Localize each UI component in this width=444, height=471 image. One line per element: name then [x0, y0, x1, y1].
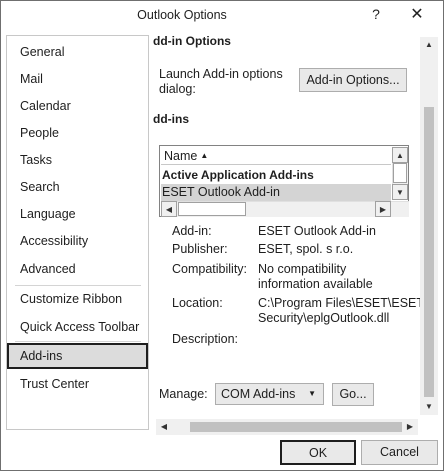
list-header-label: Name [164, 149, 198, 163]
list-header-name[interactable]: Name ▲ [161, 147, 391, 165]
chevron-down-icon: ▼ [308, 389, 316, 398]
launch-options-text-2: dialog: [159, 82, 196, 96]
sort-ascending-icon: ▲ [200, 151, 209, 160]
go-button[interactable]: Go... [332, 383, 374, 406]
add-ins-heading: dd-ins [153, 112, 189, 126]
window-title: Outlook Options [137, 8, 227, 22]
detail-addin-value: ESET Outlook Add-in [258, 224, 376, 238]
scroll-thumb[interactable] [190, 422, 404, 432]
list-item-selected[interactable]: ESET Outlook Add-in [161, 184, 391, 201]
detail-location-label: Location: [172, 296, 223, 310]
scroll-up-icon[interactable]: ▲ [392, 147, 408, 163]
category-sidebar: General Mail Calendar People Tasks Searc… [6, 35, 149, 430]
scroll-right-icon[interactable]: ▶ [375, 201, 391, 217]
detail-compatibility-value-2: information available [258, 277, 373, 291]
add-in-options-heading: dd-in Options [153, 35, 231, 48]
scroll-left-icon[interactable]: ◀ [161, 201, 177, 217]
launch-options-text: Launch Add-in options [159, 67, 283, 81]
sidebar-item-tasks[interactable]: Tasks [7, 147, 148, 173]
sidebar-item-language[interactable]: Language [7, 201, 148, 227]
sidebar-item-quick-access-toolbar[interactable]: Quick Access Toolbar [7, 314, 148, 340]
add-ins-panel: dd-in Options Launch Add-in options dial… [153, 35, 438, 435]
cancel-button[interactable]: Cancel [361, 440, 438, 465]
detail-publisher-label: Publisher: [172, 242, 228, 256]
detail-location-value-2: Security\eplgOutlook.dll [258, 311, 390, 325]
sidebar-divider [15, 341, 141, 342]
detail-addin-label: Add-in: [172, 224, 212, 238]
add-ins-list[interactable]: Name ▲ Active Application Add-ins ESET Ou… [159, 145, 409, 217]
list-group-active: Active Application Add-ins [162, 168, 314, 182]
panel-vertical-scrollbar[interactable]: ▲ ▼ [420, 37, 438, 415]
detail-location-value: C:\Program Files\ESET\ESET [258, 296, 425, 310]
sidebar-item-mail[interactable]: Mail [7, 66, 148, 92]
list-vertical-scrollbar[interactable]: ▲ ▼ [392, 147, 408, 200]
help-icon[interactable]: ? [368, 6, 384, 24]
close-icon[interactable]: ✕ [404, 4, 430, 26]
sidebar-item-add-ins[interactable]: Add-ins [7, 343, 148, 369]
scroll-thumb[interactable] [393, 163, 407, 183]
add-in-options-button[interactable]: Add-in Options... [299, 68, 407, 92]
sidebar-item-trust-center[interactable]: Trust Center [7, 371, 148, 397]
ok-button[interactable]: OK [280, 440, 356, 465]
title-bar: Outlook Options ? ✕ [1, 1, 443, 31]
scroll-up-icon[interactable]: ▲ [421, 37, 437, 53]
sidebar-item-search[interactable]: Search [7, 174, 148, 200]
detail-description-label: Description: [172, 332, 238, 346]
sidebar-item-customize-ribbon[interactable]: Customize Ribbon [7, 286, 148, 312]
sidebar-item-people[interactable]: People [7, 120, 148, 146]
sidebar-item-accessibility[interactable]: Accessibility [7, 228, 148, 254]
panel-horizontal-scrollbar[interactable]: ◀ ▶ [156, 419, 418, 435]
scroll-right-icon[interactable]: ▶ [402, 419, 418, 435]
scroll-down-icon[interactable]: ▼ [392, 184, 408, 200]
scroll-left-icon[interactable]: ◀ [156, 419, 172, 435]
manage-dropdown[interactable]: COM Add-ins ▼ [215, 383, 324, 405]
scroll-thumb[interactable] [178, 202, 246, 216]
sidebar-item-calendar[interactable]: Calendar [7, 93, 148, 119]
scroll-down-icon[interactable]: ▼ [421, 399, 437, 415]
detail-publisher-value: ESET, spol. s r.o. [258, 242, 354, 256]
manage-label: Manage: [159, 387, 208, 401]
detail-compatibility-label: Compatibility: [172, 262, 248, 276]
list-horizontal-scrollbar[interactable]: ◀ ▶ [161, 201, 409, 217]
sidebar-item-advanced[interactable]: Advanced [7, 256, 148, 282]
outlook-options-window: Outlook Options ? ✕ General Mail Calenda… [0, 0, 444, 471]
detail-compatibility-value: No compatibility [258, 262, 347, 276]
manage-dropdown-value: COM Add-ins [221, 387, 296, 401]
sidebar-item-general[interactable]: General [7, 39, 148, 65]
scroll-thumb[interactable] [424, 107, 434, 397]
